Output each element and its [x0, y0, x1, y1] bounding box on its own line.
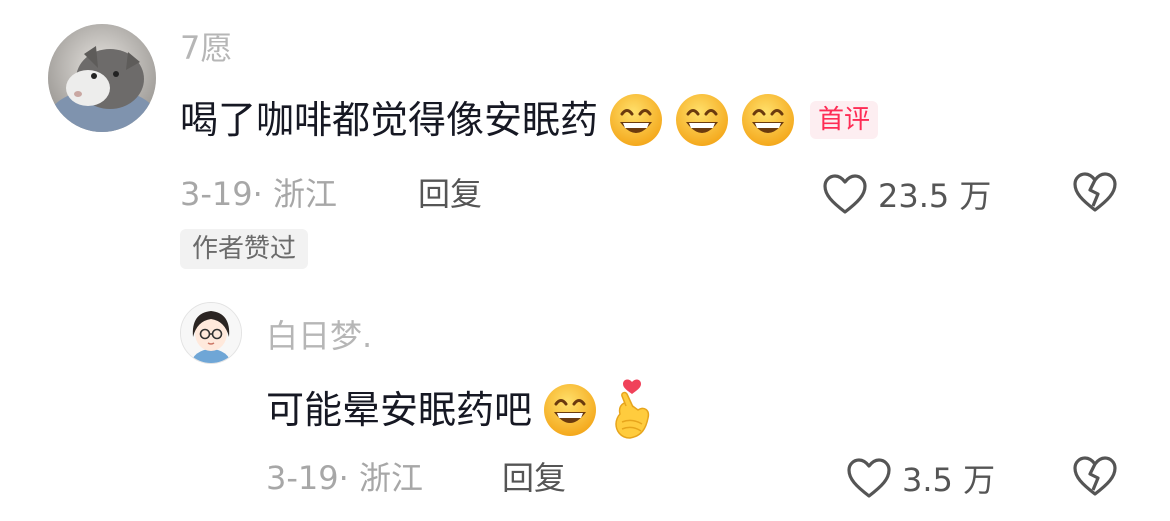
dislike-button[interactable] [1072, 170, 1118, 214]
first-comment-badge: 首评 [810, 101, 879, 139]
like-button[interactable]: 23.5 万 [822, 170, 991, 218]
comment-date: 3-19 [180, 175, 253, 213]
heart-outline-icon [823, 174, 867, 214]
reply-date: 3-19 [266, 459, 339, 497]
comment-text: 喝了咖啡都觉得像安眠药 [180, 98, 599, 142]
reply-text: 可能晕安眠药吧 [266, 388, 533, 432]
reply-button[interactable]: 回复 [418, 174, 482, 214]
grin-emoji [674, 92, 730, 148]
comment-thread: 7愿 喝了咖啡都觉得像安眠药 首评 3-19· 浙江 回复 23.5 万 作者赞… [0, 0, 1170, 521]
cat-avatar-image [48, 24, 156, 132]
comment-location: 浙江 [272, 175, 337, 213]
reply-like-button[interactable]: 3.5 万 [846, 454, 995, 502]
comment-meta: 3-19· 浙江 [180, 174, 337, 214]
grin-emoji [542, 382, 598, 438]
comment-body: 喝了咖啡都觉得像安眠药 首评 [180, 92, 879, 148]
reply-like-count: 3.5 万 [902, 461, 996, 499]
grin-emoji [740, 92, 796, 148]
broken-heart-icon [1073, 172, 1117, 212]
reply-body: 可能晕安眠药吧 [266, 378, 656, 442]
author-liked-badge: 作者赞过 [180, 229, 309, 269]
reply-dislike-button[interactable] [1072, 454, 1118, 498]
heart-outline-icon [847, 458, 891, 498]
comment-username[interactable]: 7愿 [180, 28, 232, 68]
reply-reply-button[interactable]: 回复 [502, 458, 566, 498]
reply-username[interactable]: 白日梦. [266, 316, 372, 356]
avatar[interactable] [48, 24, 156, 132]
reply-meta: 3-19· 浙江 [266, 458, 423, 498]
like-count: 23.5 万 [878, 177, 992, 215]
broken-heart-icon [1073, 456, 1117, 496]
meta-separator: · [252, 175, 263, 213]
reply-location: 浙江 [358, 459, 423, 497]
meta-separator: · [338, 459, 349, 497]
girl-avatar-image [181, 303, 241, 363]
reply-avatar[interactable] [180, 302, 242, 364]
finger-heart-emoji [608, 378, 656, 442]
grin-emoji [608, 92, 664, 148]
